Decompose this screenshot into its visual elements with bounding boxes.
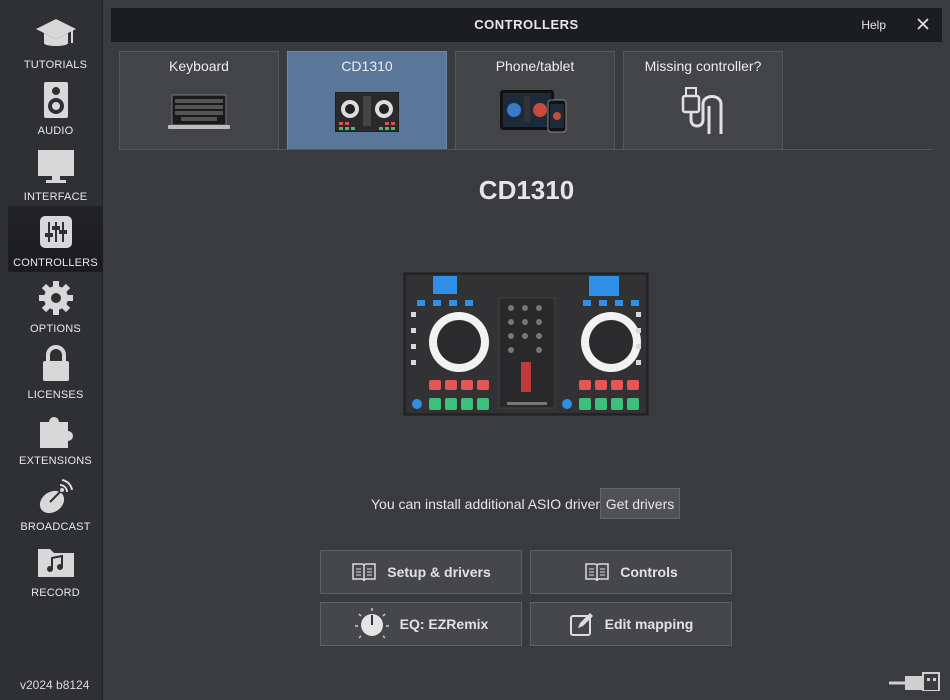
page-title: CONTROLLERS	[474, 17, 579, 32]
speaker-icon	[8, 80, 103, 120]
satellite-dish-icon	[8, 476, 103, 516]
tab-label: CD1310	[341, 58, 393, 74]
controller-image	[403, 272, 649, 416]
sidebar-item-licenses[interactable]: LICENSES	[8, 338, 103, 404]
controls-button[interactable]: Controls	[530, 550, 732, 594]
sidebar-item-label: AUDIO	[37, 125, 74, 137]
usb-plug-icon	[889, 667, 941, 692]
sidebar-item-label: LICENSES	[27, 389, 84, 401]
sidebar-item-record[interactable]: RECORD	[8, 536, 103, 602]
sidebar-item-interface[interactable]: INTERFACE	[8, 140, 103, 206]
knob-icon	[354, 606, 390, 642]
laptop-keyboard-icon	[120, 82, 278, 142]
close-icon[interactable]	[914, 15, 932, 33]
asio-info-text: You can install additional ASIO drivers	[371, 496, 608, 512]
puzzle-icon	[8, 410, 103, 450]
sidebar-item-label: INTERFACE	[23, 191, 88, 203]
sidebar-item-label: OPTIONS	[30, 323, 81, 335]
sidebar-item-broadcast[interactable]: BROADCAST	[8, 470, 103, 536]
tab-label: Keyboard	[169, 58, 229, 74]
button-label: Setup & drivers	[387, 564, 491, 580]
tab-label: Missing controller?	[644, 58, 762, 74]
edit-icon	[569, 611, 595, 637]
button-label: Controls	[620, 564, 678, 580]
book-icon	[351, 561, 377, 583]
tab-keyboard[interactable]: Keyboard	[119, 51, 279, 149]
sidebar-item-audio[interactable]: AUDIO	[8, 74, 103, 140]
sidebar-item-label: BROADCAST	[20, 521, 91, 533]
sidebar-item-label: EXTENSIONS	[19, 455, 92, 467]
sidebar-item-extensions[interactable]: EXTENSIONS	[8, 404, 103, 470]
get-drivers-button[interactable]: Get drivers	[600, 488, 680, 519]
tab-cd1310[interactable]: CD1310	[287, 51, 447, 149]
sidebar-item-controllers[interactable]: CONTROLLERS	[8, 206, 103, 272]
sidebar-item-label: RECORD	[31, 587, 80, 599]
tabs-divider	[119, 149, 933, 150]
book-icon	[584, 561, 610, 583]
music-folder-icon	[8, 542, 103, 582]
sidebar-item-tutorials[interactable]: TUTORIALS	[8, 8, 103, 74]
tab-phone-tablet[interactable]: Phone/tablet	[455, 51, 615, 149]
device-title: CD1310	[478, 175, 575, 205]
usb-cable-icon	[624, 82, 782, 142]
sidebar-item-label: CONTROLLERS	[13, 257, 98, 269]
sidebar-item-options[interactable]: OPTIONS	[8, 272, 103, 338]
eq-ezremix-button[interactable]: EQ: EZRemix	[320, 602, 522, 646]
version-label: v2024 b8124	[20, 678, 90, 692]
tab-missing-controller[interactable]: Missing controller?	[623, 51, 783, 149]
sliders-icon	[8, 212, 103, 252]
edit-mapping-button[interactable]: Edit mapping	[530, 602, 732, 646]
gear-icon	[8, 278, 103, 318]
setup-drivers-button[interactable]: Setup & drivers	[320, 550, 522, 594]
dj-controller-icon	[288, 82, 446, 142]
lock-icon	[8, 344, 103, 384]
monitor-icon	[8, 146, 103, 186]
graduation-cap-icon	[8, 14, 103, 54]
button-label: EQ: EZRemix	[399, 616, 489, 632]
sidebar-item-label: TUTORIALS	[23, 59, 88, 71]
help-link[interactable]: Help	[861, 18, 886, 32]
tab-label: Phone/tablet	[495, 58, 575, 74]
title-bar: CONTROLLERS Help	[111, 8, 942, 42]
sidebar: TUTORIALS AUDIO INTERFACE CONTROLLERS OP…	[0, 0, 103, 700]
tablet-phone-icon	[456, 82, 614, 142]
button-label: Edit mapping	[604, 616, 694, 632]
